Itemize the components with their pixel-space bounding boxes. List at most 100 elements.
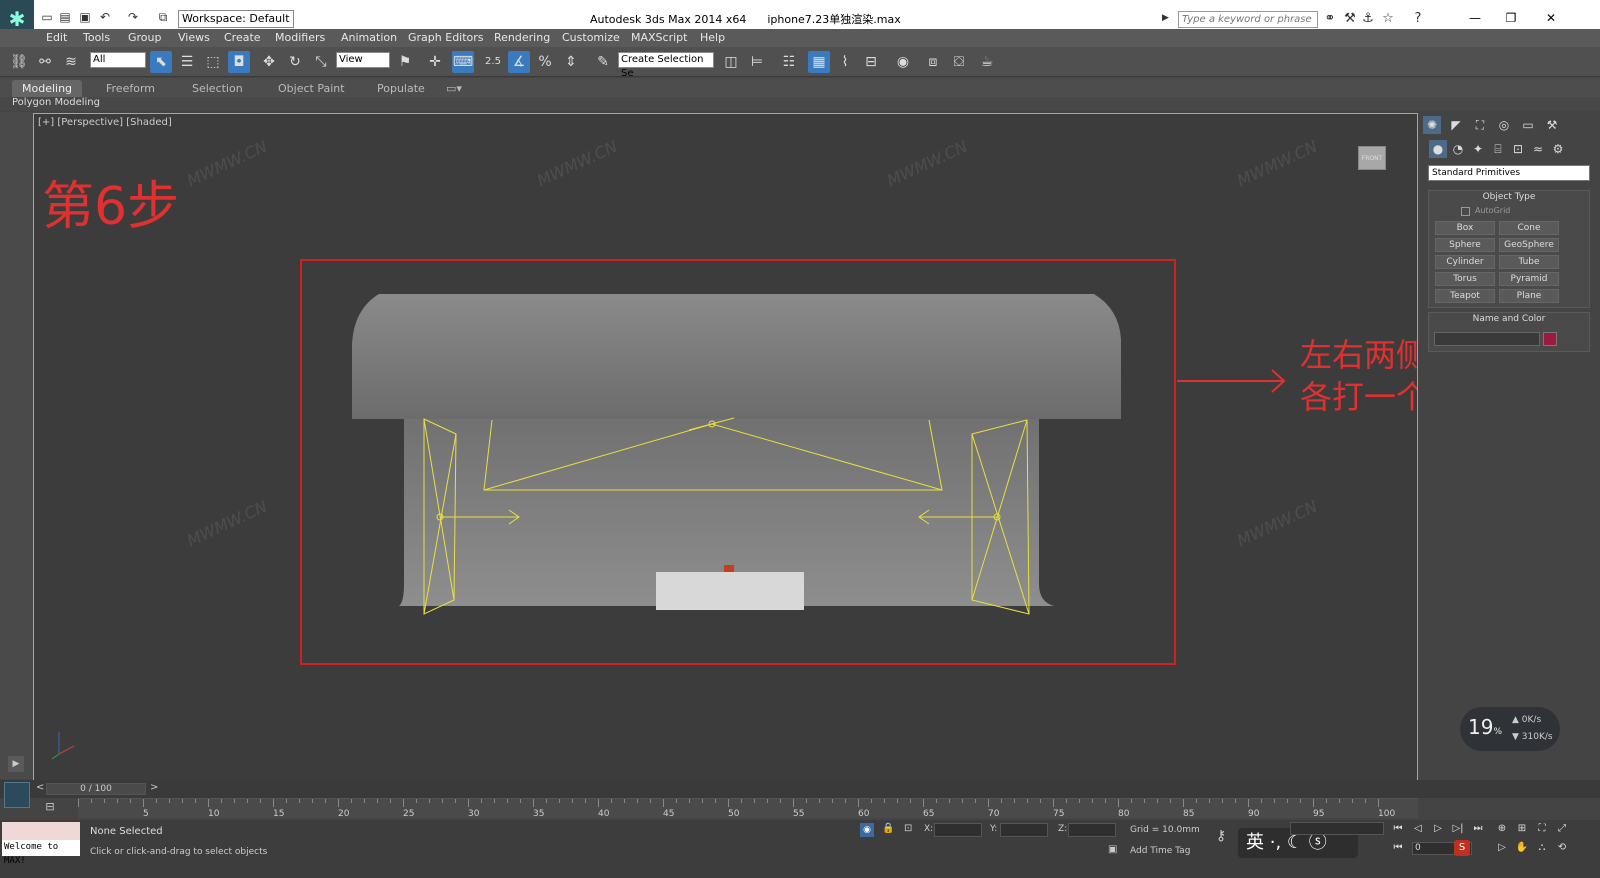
previous-frame-icon[interactable]: ◁ [1410, 822, 1426, 836]
render-setup-icon[interactable]: ⧈ [922, 51, 944, 73]
select-manipulate-icon[interactable]: ✛ [424, 51, 446, 73]
save-icon[interactable]: ▣ [78, 10, 92, 24]
hierarchy-tab-icon[interactable]: ⛶ [1471, 116, 1489, 134]
maxscript-welcome[interactable]: Welcome to MAX! [2, 840, 80, 866]
box-button[interactable]: Box [1435, 221, 1495, 235]
geometry-icon[interactable]: ● [1429, 140, 1447, 158]
play-animation-icon[interactable]: ▷ [1430, 822, 1446, 836]
minimize-button[interactable]: — [1460, 8, 1490, 28]
mirror-icon[interactable]: ◫ [720, 51, 742, 73]
workspace-dropdown[interactable]: Workspace: Default [178, 10, 294, 28]
edit-named-selection-icon[interactable]: ✎ [592, 51, 614, 73]
display-tab-icon[interactable]: ▭ [1519, 116, 1537, 134]
keyboard-shortcut-icon[interactable]: ⌨ [452, 51, 474, 73]
favorites-star-icon[interactable]: ☆ [1380, 11, 1396, 27]
play-icon[interactable]: ▶ [8, 756, 24, 772]
ime-language[interactable]: 英 [1246, 832, 1264, 853]
ribbon-options-icon[interactable]: ▭▾ [446, 80, 462, 97]
mini-curve-editor-icon[interactable] [4, 782, 30, 808]
restore-button[interactable]: ❐ [1496, 8, 1526, 28]
named-selection-dropdown[interactable]: Create Selection Se [618, 52, 714, 79]
viewcube[interactable]: FRONT [1358, 146, 1386, 170]
menu-animation[interactable]: Animation [341, 29, 397, 47]
subscription-icon[interactable]: ⚒ [1342, 11, 1358, 27]
name-and-color-header[interactable]: Name and Color [1429, 313, 1589, 326]
go-to-end-icon[interactable]: ⏭ [1470, 822, 1486, 836]
key-mode-icon[interactable]: ⏮ [1390, 841, 1406, 855]
bind-spacewarp-icon[interactable]: ≋ [60, 51, 82, 73]
add-time-tag[interactable]: Add Time Tag [1130, 846, 1190, 856]
isolate-selection-icon[interactable]: ◉ [860, 823, 874, 837]
select-object-icon[interactable]: ⬉ [150, 51, 172, 73]
binoculars-icon[interactable]: ⚭ [1322, 11, 1338, 27]
field-of-view-icon[interactable]: ⛶ [1534, 822, 1550, 836]
cameras-icon[interactable]: ⌸ [1489, 140, 1507, 158]
shapes-icon[interactable]: ◔ [1449, 140, 1467, 158]
cone-button[interactable]: Cone [1499, 221, 1559, 235]
zoom-extents-icon[interactable]: ⊕ [1494, 822, 1510, 836]
cylinder-button[interactable]: Cylinder [1435, 255, 1495, 269]
menu-views[interactable]: Views [178, 29, 210, 47]
perspective-viewport[interactable]: [+] [Perspective] [Shaded] MWMW.CN MWMW.… [33, 113, 1418, 781]
primitive-category-dropdown[interactable]: Standard Primitives [1428, 165, 1590, 181]
redo-icon[interactable]: ↷ [126, 10, 140, 24]
modify-tab-icon[interactable]: ◤ [1447, 116, 1465, 134]
menu-graph-editors[interactable]: Graph Editors [408, 29, 484, 47]
polygon-modeling-label[interactable]: Polygon Modeling [12, 97, 100, 108]
communication-icon[interactable]: ⚓ [1360, 11, 1376, 27]
tube-button[interactable]: Tube [1499, 255, 1559, 269]
object-color-swatch[interactable] [1543, 332, 1557, 346]
object-name-field[interactable] [1434, 332, 1540, 346]
key-icon[interactable]: ⚷ [1216, 828, 1226, 844]
rendered-frame-window-icon[interactable]: ⛋ [948, 51, 970, 73]
unlink-icon[interactable]: ⚯ [34, 51, 56, 73]
y-coordinate-field[interactable] [1000, 823, 1048, 837]
menu-customize[interactable]: Customize [562, 29, 620, 47]
object-type-header[interactable]: Object Type [1429, 191, 1589, 204]
menu-maxscript[interactable]: MAXScript [631, 29, 687, 47]
menu-rendering[interactable]: Rendering [494, 29, 550, 47]
snaps-toggle-icon[interactable]: 2.5 [482, 51, 504, 73]
absolute-mode-icon[interactable]: ⊡ [904, 823, 912, 834]
time-tag-icon[interactable]: ▣ [1108, 844, 1117, 855]
track-bar-icon[interactable]: ⊟ [40, 800, 60, 816]
spinner-snap-icon[interactable]: ⇕ [560, 51, 582, 73]
sphere-button[interactable]: Sphere [1435, 238, 1495, 252]
key-filter-dropdown[interactable] [1290, 822, 1384, 835]
autogrid-checkbox[interactable] [1461, 207, 1470, 216]
torus-button[interactable]: Torus [1435, 272, 1495, 286]
tab-object-paint[interactable]: Object Paint [278, 80, 345, 97]
curve-editor-icon[interactable]: ⌇ [834, 51, 856, 73]
orbit-icon[interactable]: ▷ [1494, 841, 1510, 855]
open-file-icon[interactable]: ▤ [58, 10, 72, 24]
menu-modifiers[interactable]: Modifiers [275, 29, 325, 47]
arc-rotate-icon[interactable]: ⟲ [1554, 841, 1570, 855]
plane-button[interactable]: Plane [1499, 289, 1559, 303]
sogou-s-icon[interactable]: S [1454, 840, 1470, 856]
walk-icon[interactable]: ⛬ [1534, 841, 1550, 855]
geosphere-button[interactable]: GeoSphere [1499, 238, 1559, 252]
tab-populate[interactable]: Populate [377, 80, 425, 97]
undo-icon[interactable]: ↶ [98, 10, 112, 24]
zoom-all-icon[interactable]: ⊞ [1514, 822, 1530, 836]
utilities-tab-icon[interactable]: ⚒ [1543, 116, 1561, 134]
graphite-ribbon-icon[interactable]: ▦ [808, 51, 830, 73]
pyramid-button[interactable]: Pyramid [1499, 272, 1559, 286]
schematic-view-icon[interactable]: ⊟ [860, 51, 882, 73]
select-by-name-icon[interactable]: ☰ [176, 51, 198, 73]
search-expand-icon[interactable]: ▶ [1162, 13, 1169, 23]
angle-snap-icon[interactable]: ∡ [508, 51, 530, 73]
selection-lock-icon[interactable]: 🔒 [882, 823, 894, 834]
maxscript-listener[interactable] [2, 822, 80, 840]
rectangle-selection-icon[interactable]: ⬚ [202, 51, 224, 73]
menu-tools[interactable]: Tools [83, 29, 110, 47]
maximize-viewport-icon[interactable]: ⤢ [1554, 822, 1570, 836]
align-icon[interactable]: ⊨ [746, 51, 768, 73]
tab-selection[interactable]: Selection [192, 80, 243, 97]
track-bar[interactable]: 5 10 15 20 25 30 35 40 45 50 55 60 65 70 75 80 85 90 95 100 [78, 798, 1418, 819]
menu-create[interactable]: Create [224, 29, 261, 47]
create-tab-icon[interactable]: ✺ [1423, 116, 1441, 134]
teapot-button[interactable]: Teapot [1435, 289, 1495, 303]
move-icon[interactable]: ✥ [258, 51, 280, 73]
lights-icon[interactable]: ✦ [1469, 140, 1487, 158]
